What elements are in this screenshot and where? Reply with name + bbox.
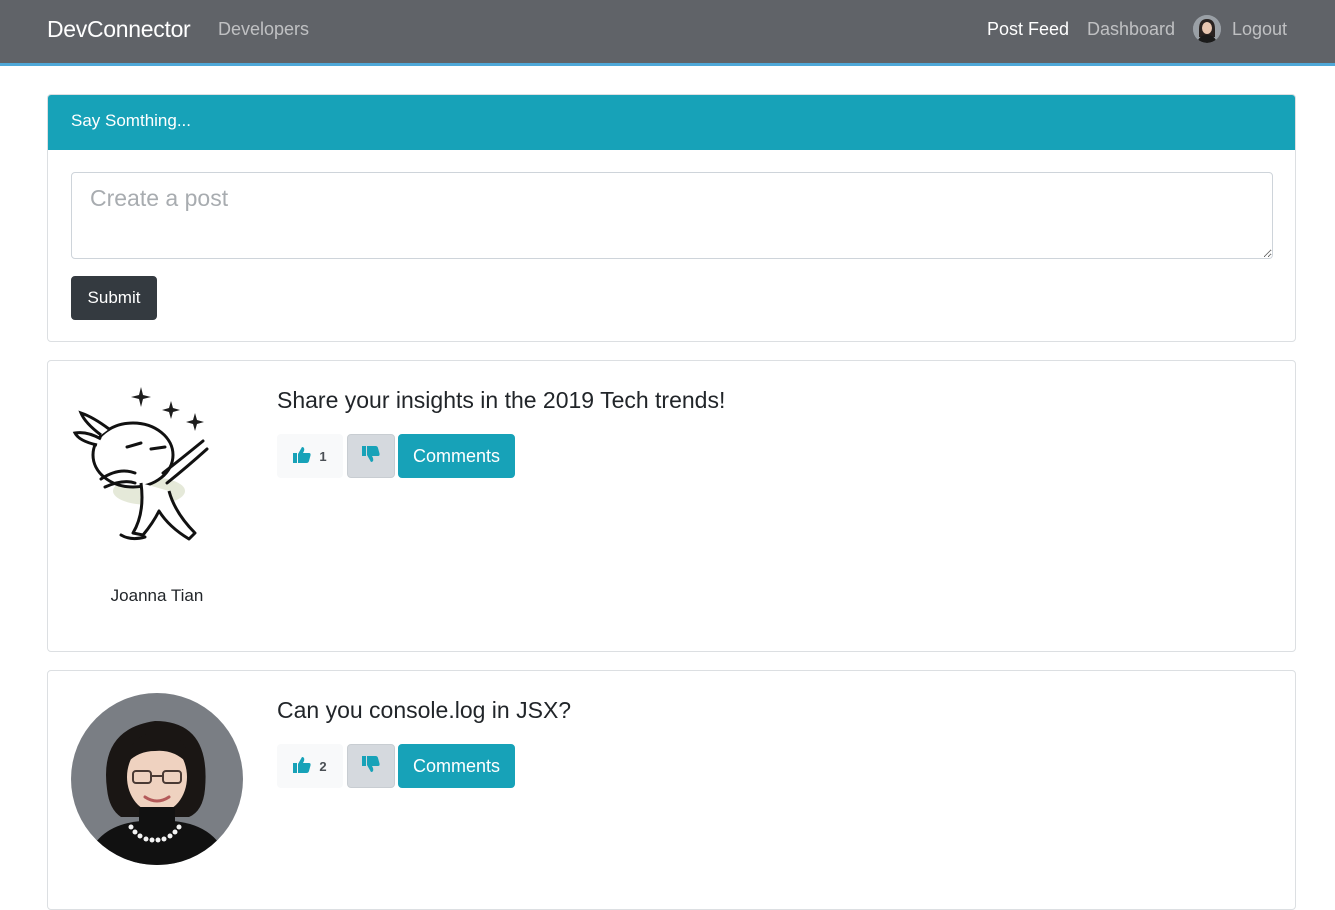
comments-button[interactable]: Comments — [398, 434, 515, 478]
like-count: 1 — [319, 448, 327, 464]
submit-button[interactable]: Submit — [71, 276, 157, 320]
post-form-header: Say Somthing... — [48, 95, 1295, 150]
post-text: Share your insights in the 2019 Tech tre… — [277, 387, 726, 413]
like-count: 2 — [319, 758, 327, 774]
brand-link[interactable]: DevConnector — [47, 16, 191, 43]
nav-link-post-feed[interactable]: Post Feed — [987, 19, 1069, 40]
post-author-avatar[interactable] — [71, 693, 243, 865]
like-button[interactable]: 1 — [277, 434, 343, 478]
post-author-name: Joanna Tian — [110, 586, 204, 605]
navbar: DevConnector Developers Post Feed Dashbo… — [0, 0, 1335, 66]
post-text: Can you console.log in JSX? — [277, 697, 572, 723]
thumbs-down-icon — [362, 446, 380, 466]
post-form-card: Say Somthing... Submit — [47, 94, 1296, 342]
nav-link-logout[interactable]: Logout — [1232, 19, 1287, 40]
thumbs-down-icon — [362, 756, 380, 776]
post-card: Joanna Tian Share your insights in the 2… — [47, 360, 1296, 652]
user-avatar — [1193, 15, 1221, 43]
thumbs-up-icon — [293, 756, 311, 776]
nav-link-dashboard[interactable]: Dashboard — [1087, 19, 1175, 40]
create-post-input[interactable] — [71, 172, 1273, 259]
nav-link-developers[interactable]: Developers — [218, 19, 309, 40]
post-author-avatar[interactable] — [71, 383, 243, 555]
thumbs-up-icon — [293, 446, 311, 466]
dislike-button[interactable] — [347, 434, 395, 478]
post-card: Can you console.log in JSX? 2 Comments — [47, 670, 1296, 910]
dislike-button[interactable] — [347, 744, 395, 788]
comments-button[interactable]: Comments — [398, 744, 515, 788]
like-button[interactable]: 2 — [277, 744, 343, 788]
